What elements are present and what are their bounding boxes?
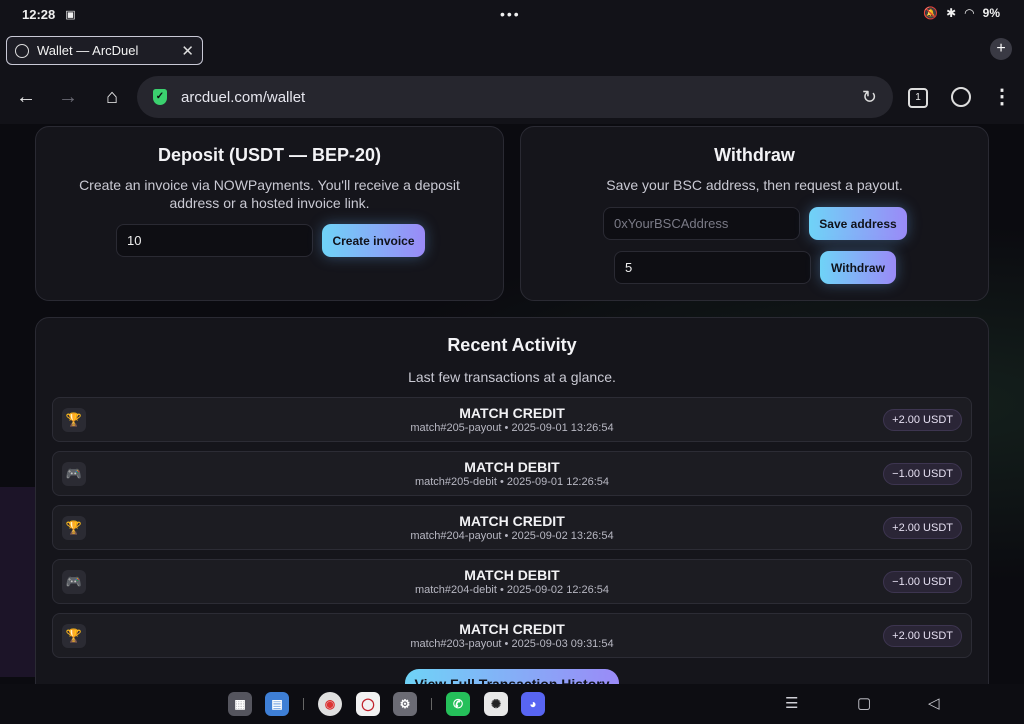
withdraw-amount-input[interactable]: 5	[614, 251, 811, 284]
deposit-title: Deposit (USDT — BEP-20)	[157, 145, 382, 165]
home-icon[interactable]: ⌂	[100, 86, 124, 109]
deposit-description: Create an invoice via NOWPayments. You'l…	[79, 177, 460, 211]
activity-type: MATCH CREDIT	[459, 513, 565, 529]
shield-check-icon[interactable]: ✓	[153, 89, 167, 105]
back-arrow-icon[interactable]: ←	[14, 86, 38, 109]
amount-badge: +2.00 USDT	[883, 409, 962, 431]
recents-icon[interactable]: ☰	[785, 694, 798, 712]
amount-badge: −1.00 USDT	[883, 463, 962, 485]
globe-icon	[15, 43, 29, 58]
deposit-card: Deposit (USDT — BEP-20) Create an invoic…	[35, 126, 504, 301]
forward-arrow-icon[interactable]: →	[56, 86, 80, 109]
background-glow	[0, 487, 40, 677]
url-text[interactable]: arcduel.com/wallet	[181, 89, 862, 106]
bluetooth-icon: ✱	[946, 6, 957, 20]
bsc-address-input[interactable]: 0xYourBSCAddress	[603, 207, 800, 240]
activity-type: MATCH DEBIT	[464, 459, 560, 475]
withdraw-description: Save your BSC address, then request a pa…	[606, 177, 903, 193]
activity-subtitle: Last few transactions at a glance.	[408, 369, 616, 385]
home-button-icon[interactable]: ▢	[857, 694, 871, 712]
browser-toolbar: ← → ⌂ ✓ arcduel.com/wallet ↻ 1 ⋮	[0, 72, 1024, 124]
files-icon[interactable]: ▤	[265, 692, 289, 716]
battery-level: 9%	[982, 6, 1000, 20]
mute-icon: 🔕	[923, 6, 939, 20]
activity-type: MATCH CREDIT	[459, 621, 565, 637]
close-icon[interactable]: ✕	[181, 42, 194, 60]
activity-type: MATCH CREDIT	[459, 405, 565, 421]
browser-tab[interactable]: Wallet — ArcDuel ✕	[6, 36, 203, 65]
chrome-icon[interactable]: ◉	[318, 692, 342, 716]
settings-gear-icon[interactable]: ⚙	[393, 692, 417, 716]
new-tab-button[interactable]: +	[990, 38, 1012, 60]
activity-meta: match#204-payout • 2025-09-02 13:26:54	[410, 530, 614, 542]
activity-row[interactable]: 🏆 MATCH CREDIT match#203-payout • 2025-0…	[52, 613, 972, 658]
menu-dots-icon[interactable]: ⋮	[992, 84, 1012, 109]
whatsapp-icon[interactable]: ✆	[446, 692, 470, 716]
recent-activity-card: Recent Activity Last few transactions at…	[35, 317, 989, 684]
status-bar: 12:28 ▣ ••• 🔕 ✱ ◠ 9%	[0, 0, 1024, 28]
status-time: 12:28	[22, 6, 56, 22]
withdraw-button[interactable]: Withdraw	[820, 251, 896, 284]
wifi-icon: ◠	[964, 6, 975, 20]
withdraw-card: Withdraw Save your BSC address, then req…	[520, 126, 989, 301]
account-icon[interactable]	[951, 87, 971, 107]
activity-type: MATCH DEBIT	[464, 567, 560, 583]
view-full-history-button[interactable]: View Full Transaction History	[405, 669, 619, 684]
save-address-button[interactable]: Save address	[809, 207, 907, 240]
tab-count-button[interactable]: 1	[908, 88, 928, 108]
taskbar: ▦ ▤ ◉ ◯ ⚙ ✆ ✺ ◕ ☰ ▢ ◁	[0, 684, 1024, 724]
activity-row[interactable]: 🏆 MATCH CREDIT match#205-payout • 2025-0…	[52, 397, 972, 442]
chatgpt-icon[interactable]: ✺	[484, 692, 508, 716]
amount-badge: −1.00 USDT	[883, 571, 962, 593]
activity-row[interactable]: 🏆 MATCH CREDIT match#204-payout • 2025-0…	[52, 505, 972, 550]
discord-icon[interactable]: ◕	[521, 692, 545, 716]
notification-icon: ▣	[65, 8, 76, 21]
more-dots-icon: •••	[500, 6, 521, 22]
deposit-amount-input[interactable]: 10	[116, 224, 313, 257]
opera-icon[interactable]: ◯	[356, 692, 380, 716]
tab-title: Wallet — ArcDuel	[37, 43, 139, 58]
activity-meta: match#204-debit • 2025-09-02 12:26:54	[414, 584, 610, 596]
page-content: Deposit (USDT — BEP-20) Create an invoic…	[0, 124, 1024, 684]
activity-meta: match#205-debit • 2025-09-01 12:26:54	[414, 476, 610, 488]
taskbar-divider	[303, 698, 304, 710]
taskbar-divider	[431, 698, 432, 710]
create-invoice-button[interactable]: Create invoice	[322, 224, 425, 257]
apps-grid-icon[interactable]: ▦	[228, 692, 252, 716]
amount-badge: +2.00 USDT	[883, 517, 962, 539]
activity-row[interactable]: 🎮 MATCH DEBIT match#205-debit • 2025-09-…	[52, 451, 972, 496]
tab-strip: Wallet — ArcDuel ✕ +	[0, 28, 1024, 72]
activity-row[interactable]: 🎮 MATCH DEBIT match#204-debit • 2025-09-…	[52, 559, 972, 604]
activity-meta: match#203-payout • 2025-09-03 09:31:54	[410, 638, 614, 650]
withdraw-title: Withdraw	[714, 145, 795, 165]
amount-badge: +2.00 USDT	[883, 625, 962, 647]
status-icons: 🔕 ✱ ◠ 9%	[923, 6, 1000, 20]
back-nav-icon[interactable]: ◁	[928, 694, 940, 712]
activity-meta: match#205-payout • 2025-09-01 13:26:54	[410, 422, 614, 434]
address-bar[interactable]: ✓ arcduel.com/wallet ↻	[137, 76, 893, 118]
reload-icon[interactable]: ↻	[862, 87, 877, 108]
activity-title: Recent Activity	[447, 335, 577, 355]
